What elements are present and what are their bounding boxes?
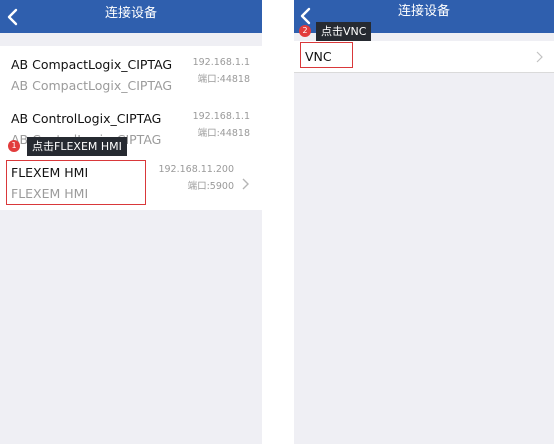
highlight-box: [300, 42, 353, 68]
chevron-right-icon: [535, 50, 544, 64]
device-name: AB CompactLogix_CIPTAG: [11, 57, 173, 72]
device-ip: 192.168.1.1: [192, 57, 250, 68]
device-port: 端口:44818: [197, 74, 250, 85]
device-name: AB ControlLogix_CIPTAG: [11, 111, 162, 126]
device-port: 端口:44818: [197, 128, 250, 139]
right-screen: 连接设备 VNC 2 点击VNC: [294, 0, 554, 444]
step-badge: 2: [299, 25, 311, 37]
device-ip: 192.168.11.200: [158, 164, 234, 175]
device-ip: 192.168.1.1: [192, 111, 250, 122]
header-bar: 连接设备: [0, 0, 262, 33]
step-tooltip: 点击VNC: [316, 22, 372, 41]
step-badge: 1: [8, 140, 20, 152]
page-title: 连接设备: [104, 6, 157, 21]
highlight-box: [6, 160, 146, 205]
device-port: 端口:5900: [187, 181, 234, 192]
step-tooltip: 点击FLEXEM HMI: [27, 137, 127, 156]
device-row-compactlogix[interactable]: AB CompactLogix_CIPTAG AB CompactLogix_C…: [0, 46, 262, 102]
left-screen: 连接设备 AB CompactLogix_CIPTAG AB CompactLo…: [0, 0, 262, 444]
chevron-right-icon: [241, 177, 250, 191]
device-subtitle: AB CompactLogix_CIPTAG: [11, 78, 173, 93]
